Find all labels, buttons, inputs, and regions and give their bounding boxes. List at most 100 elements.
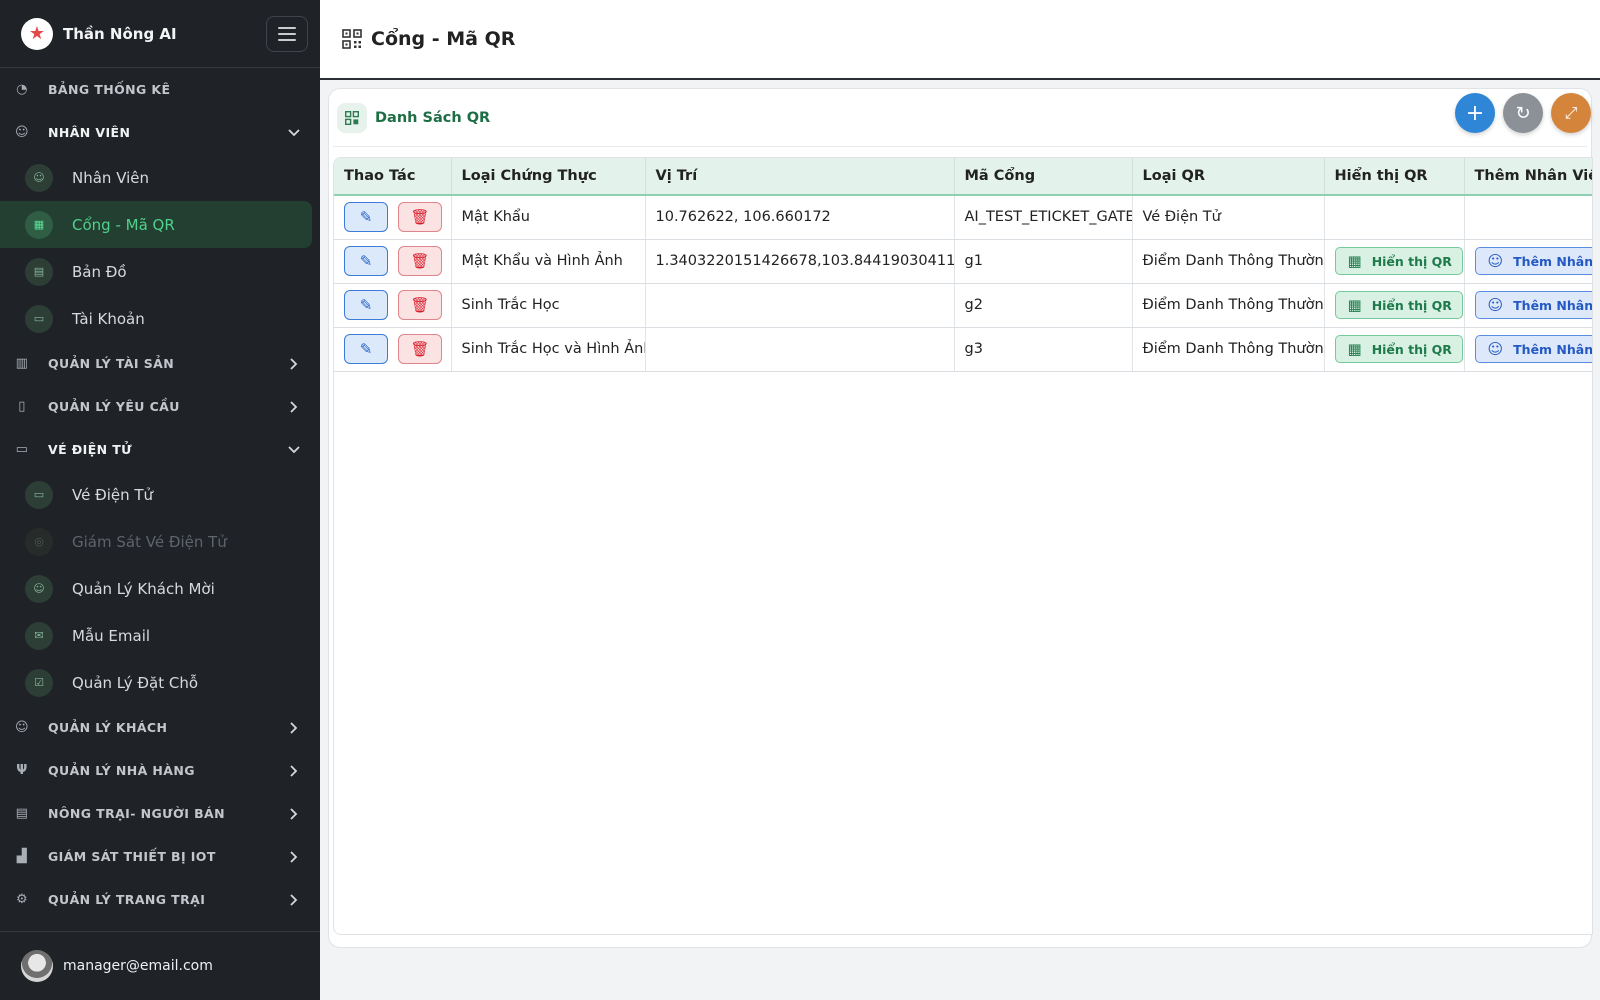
column-header[interactable]: Loại Chứng Thực — [451, 158, 646, 196]
sidebar-item-4-4[interactable]: ☑ Quản Lý Đặt Chỗ — [0, 659, 312, 706]
actions-cell: ✎ 🗑 — [334, 195, 452, 240]
location-cell: 1.3403220151426678,103.84419030411294 — [645, 239, 955, 284]
nav-section-label: QUẢN LÝ TRANG TRẠI — [48, 892, 206, 907]
column-header[interactable]: Mã Cổng — [954, 158, 1133, 196]
gate-code-cell: g3 — [954, 327, 1133, 372]
add-staff-button[interactable]: ☺ Thêm Nhân Viên — [1474, 247, 1593, 275]
table-row: ✎ 🗑 Sinh Trắc Học và Hình Ảnh g3 Điểm Danh T… — [334, 327, 1593, 372]
nav-section-7[interactable]: ▤ NÔNG TRẠI- NGƯỜI BÁN — [0, 792, 320, 835]
sidebar-item-label: Nhân Viên — [72, 168, 150, 187]
card-header: Danh Sách QR + ↻ ⤢ — [333, 89, 1591, 147]
edit-button[interactable]: ✎ — [344, 246, 388, 276]
column-header[interactable]: Vị Trí — [645, 158, 955, 196]
edit-icon: ✎ — [359, 340, 373, 358]
nav-section-4[interactable]: ▭ VÉ ĐIỆN TỬ — [0, 428, 320, 471]
sidebar-item-1-3[interactable]: ▭ Tài Khoản — [0, 295, 312, 342]
sidebar-item-1-2[interactable]: ▤ Bản Đồ — [0, 248, 312, 295]
users-icon: ☺ — [15, 720, 29, 735]
expand-icon: ⤢ — [1564, 103, 1578, 122]
sidebar-item-1-0[interactable]: ☺ Nhân Viên — [0, 154, 312, 201]
chevron-right-icon — [284, 890, 304, 910]
sidebar-item-label: Giám Sát Vé Điện Tử — [72, 532, 227, 551]
show-qr-button[interactable]: ▦ Hiển thị QR — [1334, 335, 1463, 363]
add-staff-button[interactable]: ☺ Thêm Nhân Viên — [1474, 291, 1592, 319]
calendar-check-icon: ☑ — [25, 668, 53, 697]
qr-list-card: Danh Sách QR + ↻ ⤢ Thao Tác Loại Chứng T… — [328, 88, 1593, 948]
sidebar-item-label: Quản Lý Đặt Chỗ — [72, 673, 199, 692]
location-cell — [645, 327, 955, 372]
app-name: Thần Nông AI — [63, 24, 177, 43]
user-email: manager@email.com — [63, 958, 213, 974]
avatar — [21, 950, 53, 982]
nav-section-label: VÉ ĐIỆN TỬ — [48, 442, 133, 457]
nav-section-label: NÔNG TRẠI- NGƯỜI BÁN — [48, 806, 225, 821]
nav-section-0[interactable]: ◔ BẢNG THỐNG KÊ — [0, 68, 320, 111]
sidebar-item-4-2[interactable]: ☺ Quản Lý Khách Mời — [0, 565, 312, 612]
nav-section-5[interactable]: ☺ QUẢN LÝ KHÁCH — [0, 706, 320, 749]
qr-table-container[interactable]: Thao Tác Loại Chứng Thực Vị Trí Mã Cổng … — [333, 157, 1593, 935]
nav-section-1[interactable]: ☺ NHÂN VIÊN — [0, 111, 320, 154]
add-button[interactable]: + — [1455, 93, 1495, 133]
nav-section-label: BẢNG THỐNG KÊ — [48, 82, 171, 97]
qr-code-icon: ▦ — [1347, 252, 1362, 270]
column-header[interactable]: Thao Tác — [334, 158, 452, 196]
expand-button[interactable]: ⤢ — [1551, 93, 1591, 133]
add-staff-button[interactable]: ☺ Thêm Nhân Viên — [1474, 335, 1593, 363]
column-header[interactable]: Thêm Nhân Viên — [1464, 158, 1592, 196]
tractor-icon: ⚙ — [15, 892, 29, 907]
sidebar-item-1-1[interactable]: ▦ Cổng - Mã QR — [0, 201, 312, 248]
user-check-icon: ☺ — [1487, 340, 1504, 358]
delete-button[interactable]: 🗑 — [398, 334, 442, 364]
user-profile[interactable]: manager@email.com — [0, 931, 320, 1000]
column-header[interactable]: Hiển thị QR — [1324, 158, 1465, 196]
nav-section-2[interactable]: ▥ QUẢN LÝ TÀI SẢN — [0, 342, 320, 385]
show-qr-label: Hiển thị QR — [1371, 341, 1452, 357]
add-staff-cell: ☺ Thêm Nhân Viên — [1464, 327, 1593, 372]
refresh-button[interactable]: ↻ — [1503, 93, 1543, 133]
id-card-icon: ▭ — [25, 304, 53, 333]
sidebar-item-4-3[interactable]: ✉ Mẫu Email — [0, 612, 312, 659]
hamburger-menu-icon[interactable] — [266, 15, 308, 52]
edit-button[interactable]: ✎ — [344, 290, 388, 320]
sidebar-item-4-1[interactable]: ◎ Giám Sát Vé Điện Tử — [0, 518, 312, 565]
add-staff-label: Thêm Nhân Viên — [1513, 341, 1593, 357]
team-icon: ☺ — [25, 163, 53, 192]
table-header-row: Thao Tác Loại Chứng Thực Vị Trí Mã Cổng … — [334, 158, 1592, 196]
nav-section-label: QUẢN LÝ NHÀ HÀNG — [48, 763, 195, 778]
map-icon: ▤ — [25, 257, 53, 286]
show-qr-cell: ▦ Hiển thị QR — [1324, 327, 1465, 372]
show-qr-button[interactable]: ▦ Hiển thị QR — [1334, 291, 1463, 319]
qr-type-cell: Điểm Danh Thông Thường — [1132, 327, 1325, 372]
chevron-right-icon — [284, 397, 304, 417]
delete-button[interactable]: 🗑 — [398, 246, 442, 276]
delete-button[interactable]: 🗑 — [398, 202, 442, 233]
add-staff-label: Thêm Nhân Viên — [1513, 253, 1593, 269]
sidebar-nav: ◔ BẢNG THỐNG KÊ ☺ NHÂN VIÊN ☺ Nhân Viên ▦ Cổng … — [0, 68, 320, 921]
edit-button[interactable]: ✎ — [344, 334, 388, 364]
chevron-right-icon — [284, 354, 304, 374]
nav-section-3[interactable]: ▯ QUẢN LÝ YÊU CẦU — [0, 385, 320, 428]
show-qr-label: Hiển thị QR — [1371, 297, 1452, 313]
qr-code-icon — [342, 29, 362, 49]
edit-button[interactable]: ✎ — [344, 202, 388, 233]
card-actions: + ↻ ⤢ — [1455, 93, 1591, 133]
table-row: ✎ 🗑 Mật Khẩu và Hình Ảnh 1.3403220151426678… — [334, 239, 1593, 284]
nav-section-6[interactable]: ψ QUẢN LÝ NHÀ HÀNG — [0, 749, 320, 792]
factory-icon: ▟ — [16, 849, 28, 864]
gate-code-cell: AI_TEST_ETICKET_GATE — [954, 195, 1133, 240]
sidebar-item-label: Mẫu Email — [72, 626, 151, 645]
restaurant-icon: ψ — [16, 763, 28, 778]
delete-button[interactable]: 🗑 — [398, 290, 442, 320]
nav-section-9[interactable]: ⚙ QUẢN LÝ TRANG TRẠI — [0, 878, 320, 921]
edit-icon: ✎ — [359, 296, 373, 314]
qr-type-cell: Vé Điện Tử — [1132, 195, 1325, 240]
brand-logo-icon: ★ — [21, 17, 53, 50]
add-staff-cell: ☺ Thêm Nhân Viên — [1464, 283, 1592, 328]
ticket-icon: ▭ — [25, 480, 53, 509]
actions-cell: ✎ 🗑 — [334, 239, 452, 284]
nav-section-8[interactable]: ▟ GIÁM SÁT THIẾT BỊ IOT — [0, 835, 320, 878]
column-header[interactable]: Loại QR — [1132, 158, 1325, 196]
show-qr-button[interactable]: ▦ Hiển thị QR — [1334, 247, 1463, 275]
sidebar-item-4-0[interactable]: ▭ Vé Điện Tử — [0, 471, 312, 518]
qr-code-icon: ▦ — [1347, 340, 1362, 358]
